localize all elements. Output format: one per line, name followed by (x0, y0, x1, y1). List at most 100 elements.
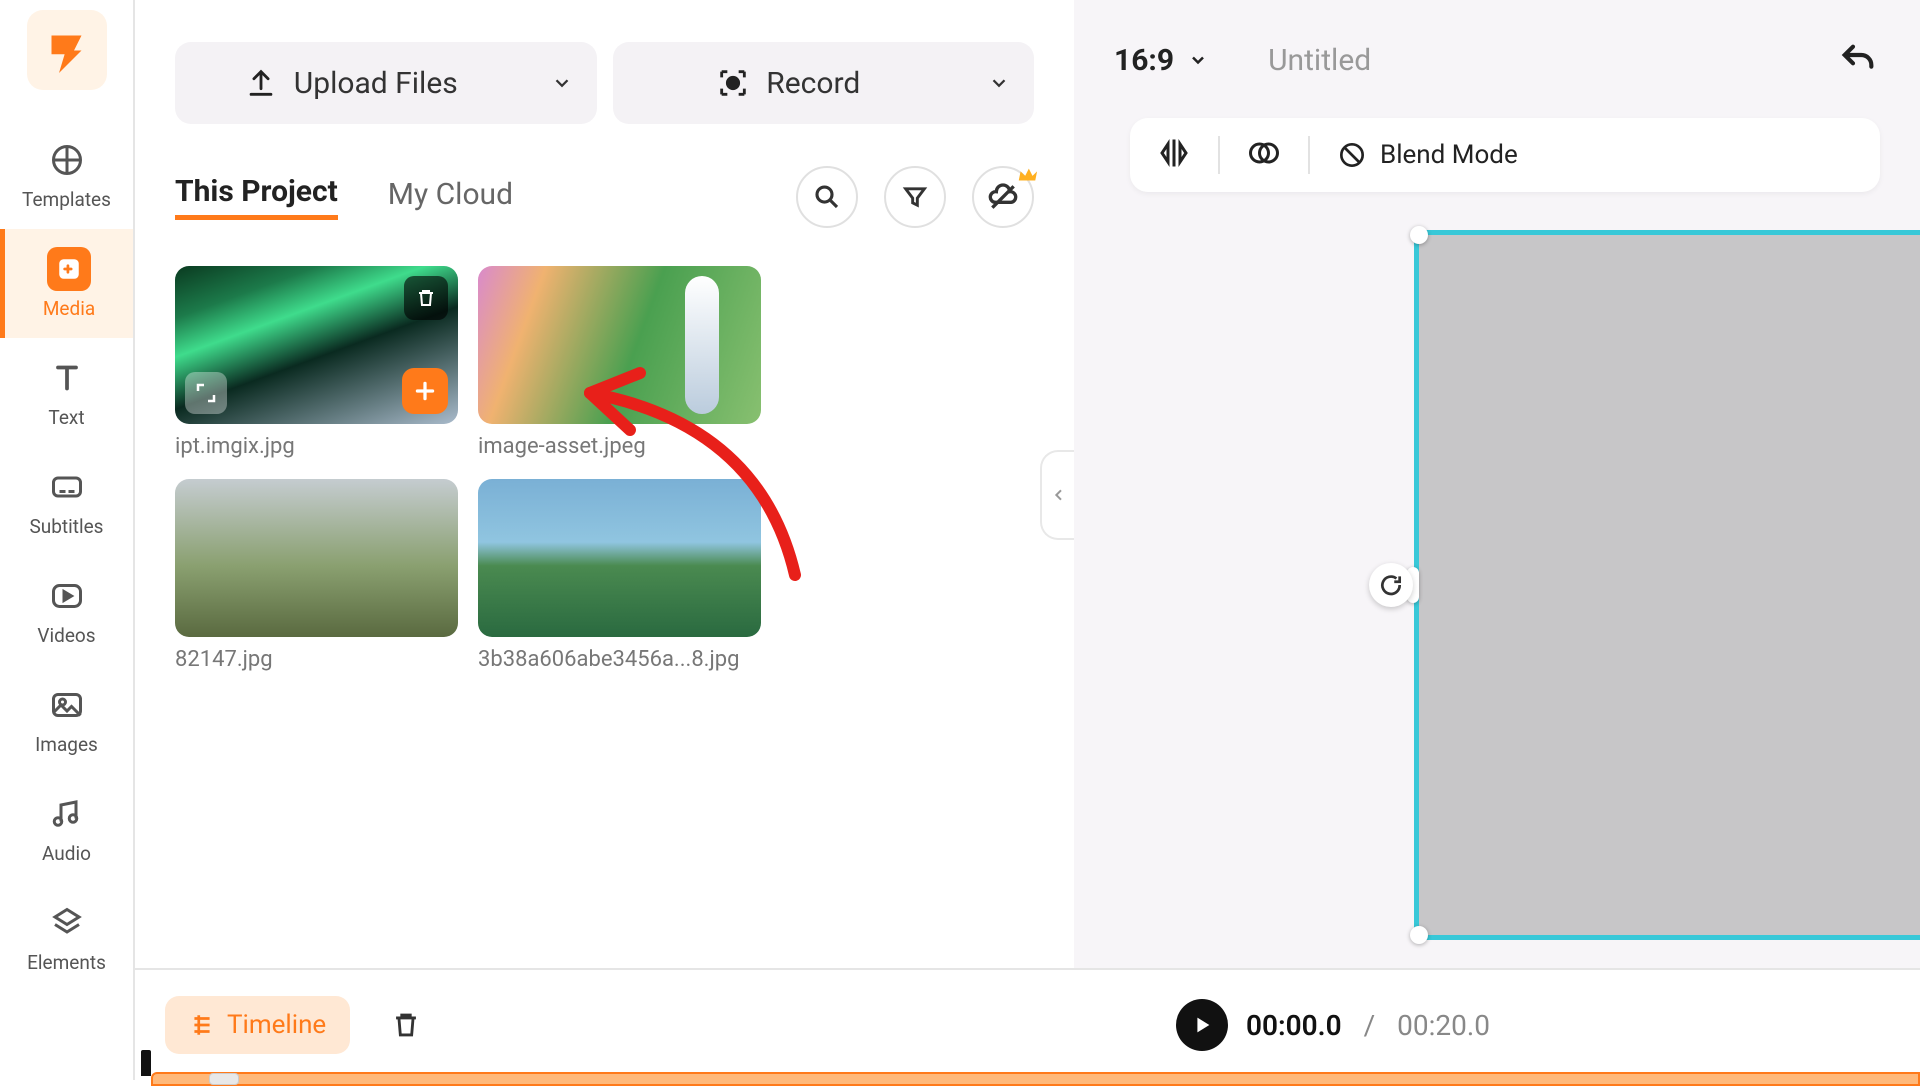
delete-media-button[interactable] (404, 276, 448, 320)
tab-this-project[interactable]: This Project (175, 174, 338, 220)
expand-media-button[interactable] (185, 372, 227, 414)
trash-icon (389, 1008, 423, 1042)
play-icon (1191, 1014, 1213, 1036)
media-filename: 3b38a606abe3456a...8.jpg (478, 647, 761, 672)
rotate-button[interactable] (1369, 563, 1413, 607)
ratio-value: 16:9 (1114, 43, 1174, 78)
nav-label: Subtitles (30, 515, 104, 538)
nav-elements[interactable]: Elements (0, 883, 133, 992)
media-thumb[interactable]: image-asset.jpeg (478, 266, 761, 459)
timeline-label: Timeline (227, 1010, 326, 1040)
aspect-ratio-selector[interactable]: 16:9 (1114, 43, 1208, 78)
search-button[interactable] (796, 166, 858, 228)
undo-icon (1838, 40, 1878, 80)
add-media-button[interactable] (402, 368, 448, 414)
timeline-clip[interactable] (151, 1072, 1920, 1086)
plus-icon (412, 378, 438, 404)
text-icon (45, 356, 89, 400)
nav-text[interactable]: Text (0, 338, 133, 447)
selection-frame[interactable] (1414, 230, 1920, 940)
mask-icon (1246, 135, 1282, 171)
app-logo (27, 10, 107, 90)
canvas-toolbar: Blend Mode (1130, 118, 1880, 192)
media-thumb[interactable]: 3b38a606abe3456a...8.jpg (478, 479, 761, 672)
tab-my-cloud[interactable]: My Cloud (388, 177, 513, 218)
mask-button[interactable] (1246, 135, 1282, 175)
blend-mode-button[interactable]: Blend Mode (1336, 139, 1518, 171)
collapse-panel-button[interactable] (1040, 450, 1076, 540)
filter-button[interactable] (884, 166, 946, 228)
nav-videos[interactable]: Videos (0, 556, 133, 665)
separator (1218, 136, 1220, 174)
nav-audio[interactable]: Audio (0, 774, 133, 883)
search-icon (812, 182, 842, 212)
blend-icon (1336, 139, 1368, 171)
nav-label: Templates (22, 188, 111, 211)
record-label: Record (766, 66, 860, 101)
chevron-down-icon (551, 72, 573, 94)
bottom-bar: Timeline 00:00.0 / 00:20.0 (135, 968, 1920, 1080)
flip-button[interactable] (1156, 135, 1192, 175)
play-button[interactable] (1176, 999, 1228, 1051)
nav-templates[interactable]: Templates (0, 120, 133, 229)
audio-icon (45, 792, 89, 836)
record-dropdown[interactable] (964, 72, 1034, 94)
canvas-panel: 16:9 Untitled Blend Mode (1074, 0, 1920, 1080)
nav-label: Elements (27, 951, 106, 974)
nav-media[interactable]: Media (0, 229, 133, 338)
flip-icon (1156, 135, 1192, 171)
nav-images[interactable]: Images (0, 665, 133, 774)
nav-label: Audio (42, 842, 91, 865)
delete-clip-button[interactable] (386, 1005, 426, 1045)
nav-subtitles[interactable]: Subtitles (0, 447, 133, 556)
media-filename: 82147.jpg (175, 647, 458, 672)
clip-handle[interactable] (209, 1073, 239, 1085)
premium-crown-icon (1016, 164, 1038, 186)
canvas-viewport[interactable] (1414, 230, 1920, 940)
playhead[interactable] (141, 1050, 151, 1076)
nav-label: Images (35, 733, 98, 756)
upload-dropdown[interactable] (527, 72, 597, 94)
upload-label: Upload Files (294, 66, 458, 101)
media-icon (47, 247, 91, 291)
record-icon (716, 66, 750, 100)
time-separator: / (1364, 1009, 1376, 1042)
filter-icon (901, 183, 929, 211)
rotate-icon (1378, 572, 1404, 598)
upload-icon (244, 66, 278, 100)
cloud-off-icon (987, 181, 1019, 213)
media-filename: ipt.imgix.jpg (175, 434, 458, 459)
time-total: 00:20.0 (1397, 1009, 1490, 1042)
nav-label: Videos (37, 624, 95, 647)
media-thumb[interactable]: 82147.jpg (175, 479, 458, 672)
resize-handle[interactable] (1410, 926, 1428, 944)
resize-handle[interactable] (1410, 226, 1428, 244)
videos-icon (45, 574, 89, 618)
cloud-sync-button[interactable] (972, 166, 1034, 228)
templates-icon (45, 138, 89, 182)
project-title[interactable]: Untitled (1268, 43, 1371, 78)
media-panel: Upload Files Record This Project My Clou… (135, 0, 1074, 1080)
time-current: 00:00.0 (1246, 1009, 1342, 1042)
nav-label: Text (48, 406, 84, 429)
nav-label: Media (43, 297, 95, 320)
chevron-down-icon (988, 72, 1010, 94)
chevron-down-icon (1188, 50, 1208, 70)
timeline-button[interactable]: Timeline (165, 996, 350, 1054)
trash-icon (414, 286, 438, 310)
record-button[interactable]: Record (613, 42, 1035, 124)
timeline-track[interactable] (135, 1066, 1920, 1086)
elements-icon (45, 901, 89, 945)
separator (1308, 136, 1310, 174)
undo-button[interactable] (1836, 38, 1880, 82)
subtitles-icon (45, 465, 89, 509)
upload-files-button[interactable]: Upload Files (175, 42, 597, 124)
blend-mode-label: Blend Mode (1380, 140, 1518, 170)
timeline-icon (189, 1012, 215, 1038)
expand-icon (194, 381, 218, 405)
chevron-left-icon (1051, 485, 1067, 505)
images-icon (45, 683, 89, 727)
left-sidebar: Templates Media Text Subtitles Videos Im… (0, 0, 135, 1080)
media-thumb[interactable]: ipt.imgix.jpg (175, 266, 458, 459)
media-filename: image-asset.jpeg (478, 434, 761, 459)
